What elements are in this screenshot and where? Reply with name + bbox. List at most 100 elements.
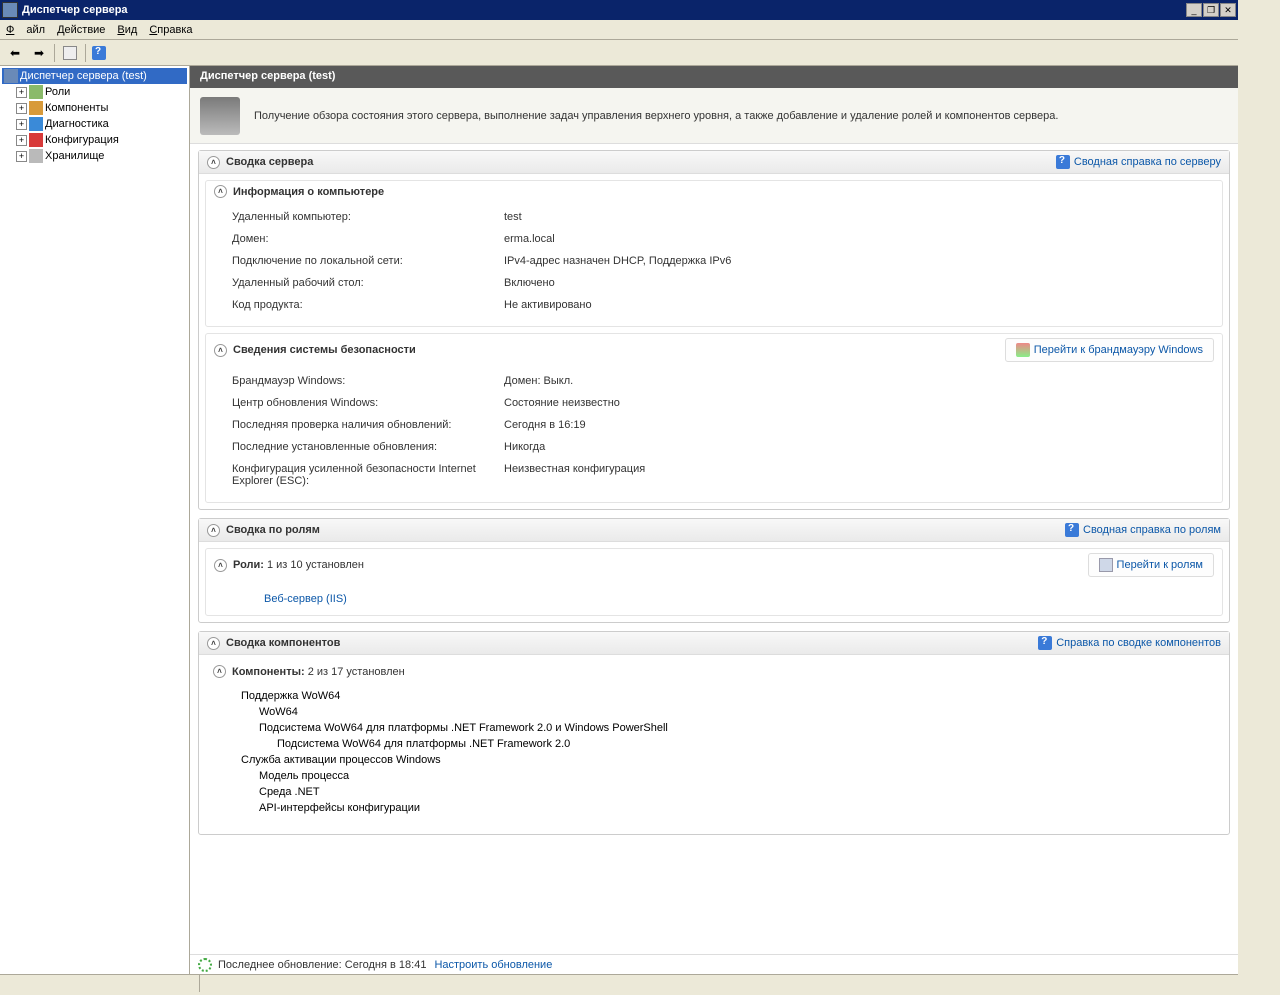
collapse-button[interactable]: ˄ <box>207 156 220 169</box>
lastupdate-value: Сегодня в 18:41 <box>345 959 427 971</box>
info-value: Неизвестная конфигурация <box>504 463 645 487</box>
tree-item-configuration[interactable]: +Конфигурация <box>2 132 187 148</box>
subsection-computer-info: ˄ Информация о компьютере Удаленный комп… <box>205 180 1223 327</box>
info-label: Конфигурация усиленной безопасности Inte… <box>214 463 504 487</box>
expand-icon[interactable]: + <box>16 103 27 114</box>
diagnostics-icon <box>29 117 43 131</box>
goto-roles-link[interactable]: Перейти к ролям <box>1088 553 1214 577</box>
roles-subtitle: Роли: <box>233 559 264 571</box>
titlebar: Диспетчер сервера _ ❐ ✕ <box>0 0 1238 20</box>
firewall-icon <box>1016 343 1030 357</box>
collapse-button[interactable]: ˄ <box>207 524 220 537</box>
back-button[interactable]: ⬅ <box>4 42 26 64</box>
component-item: Модель процесса <box>259 770 1215 782</box>
minimize-button[interactable]: _ <box>1186 3 1202 17</box>
info-row: Удаленный рабочий стол:Включено <box>214 272 1214 294</box>
collapse-button[interactable]: ˄ <box>214 344 227 357</box>
storage-icon <box>29 149 43 163</box>
toolbar: ⬅ ➡ <box>0 40 1238 66</box>
tree-panel: Диспетчер сервера (test) +Роли +Компонен… <box>0 66 190 974</box>
roles-help-link[interactable]: Сводная справка по ролям <box>1065 523 1221 537</box>
section-roles-summary: ˄ Сводка по ролям Сводная справка по рол… <box>198 518 1230 623</box>
tree-root[interactable]: Диспетчер сервера (test) <box>2 68 187 84</box>
info-row: Удаленный компьютер:test <box>214 206 1214 228</box>
maximize-button[interactable]: ❐ <box>1203 3 1219 17</box>
tree-root-label: Диспетчер сервера (test) <box>20 70 147 82</box>
server-icon <box>4 69 18 83</box>
component-item: WoW64 <box>259 706 1215 718</box>
info-row: Конфигурация усиленной безопасности Inte… <box>214 458 1214 492</box>
tree-item-components[interactable]: +Компоненты <box>2 100 187 116</box>
window-title: Диспетчер сервера <box>22 4 1186 16</box>
statusbar <box>0 974 1238 992</box>
info-row: Брандмауэр Windows:Домен: Выкл. <box>214 370 1214 392</box>
configure-update-link[interactable]: Настроить обновление <box>434 959 552 971</box>
expand-icon[interactable]: + <box>16 119 27 130</box>
components-help-link[interactable]: Справка по сводке компонентов <box>1038 636 1221 650</box>
help-icon <box>1038 636 1052 650</box>
info-row: Последние установленные обновления:Никог… <box>214 436 1214 458</box>
sub-title: Информация о компьютере <box>233 186 384 198</box>
expand-icon[interactable]: + <box>16 135 27 146</box>
info-row: Подключение по локальной сети:IPv4-адрес… <box>214 250 1214 272</box>
expand-icon[interactable]: + <box>16 87 27 98</box>
info-value: Не активировано <box>504 299 592 311</box>
section-title: Сводка сервера <box>226 156 313 168</box>
components-icon <box>29 101 43 115</box>
component-item: Подсистема WoW64 для платформы .NET Fram… <box>277 738 1215 750</box>
info-label: Подключение по локальной сети: <box>214 255 504 267</box>
menu-help[interactable]: Справка <box>149 24 192 36</box>
info-value: test <box>504 211 522 223</box>
menubar: Файл Действие Вид Справка <box>0 20 1238 40</box>
info-row: Код продукта:Не активировано <box>214 294 1214 316</box>
content-header: Диспетчер сервера (test) <box>190 66 1238 88</box>
collapse-button[interactable]: ˄ <box>214 559 227 572</box>
expand-icon[interactable]: + <box>16 151 27 162</box>
menu-action[interactable]: Действие <box>57 24 105 36</box>
collapse-button[interactable]: ˄ <box>207 637 220 650</box>
refresh-icon <box>198 958 212 972</box>
configuration-icon <box>29 133 43 147</box>
menu-view[interactable]: Вид <box>117 24 137 36</box>
goto-icon <box>1099 558 1113 572</box>
section-title: Сводка компонентов <box>226 637 340 649</box>
menu-file[interactable]: Файл <box>6 24 45 36</box>
info-value: Состояние неизвестно <box>504 397 620 409</box>
info-label: Брандмауэр Windows: <box>214 375 504 387</box>
goto-firewall-link[interactable]: Перейти к брандмауэру Windows <box>1005 338 1214 362</box>
subsection-roles: ˄ Роли: 1 из 10 установлен Перейти к рол… <box>205 548 1223 616</box>
tree-item-storage[interactable]: +Хранилище <box>2 148 187 164</box>
info-label: Домен: <box>214 233 504 245</box>
arrow-right-icon: ➡ <box>34 46 44 60</box>
forward-button[interactable]: ➡ <box>28 42 50 64</box>
section-title: Сводка по ролям <box>226 524 320 536</box>
collapse-button[interactable]: ˄ <box>214 185 227 198</box>
content-panel: Диспетчер сервера (test) Получение обзор… <box>190 66 1238 974</box>
components-count: 2 из 17 установлен <box>308 666 405 678</box>
info-label: Код продукта: <box>214 299 504 311</box>
help-icon <box>1065 523 1079 537</box>
info-row: Последняя проверка наличия обновлений:Се… <box>214 414 1214 436</box>
help-icon <box>1056 155 1070 169</box>
close-button[interactable]: ✕ <box>1220 3 1236 17</box>
tree-item-diagnostics[interactable]: +Диагностика <box>2 116 187 132</box>
component-item: Служба активации процессов Windows <box>241 754 1215 766</box>
info-row: Центр обновления Windows:Состояние неизв… <box>214 392 1214 414</box>
section-components-summary: ˄ Сводка компонентов Справка по сводке к… <box>198 631 1230 835</box>
arrow-left-icon: ⬅ <box>10 46 20 60</box>
footer-bar: Последнее обновление: Сегодня в 18:41 На… <box>190 954 1238 974</box>
info-value: Сегодня в 16:19 <box>504 419 586 431</box>
scroll-body[interactable]: ˄ Сводка сервера Сводная справка по серв… <box>190 144 1238 954</box>
role-iis-link[interactable]: Веб-сервер (IIS) <box>264 593 347 605</box>
info-row: Домен:erma.local <box>214 228 1214 250</box>
properties-button[interactable] <box>59 42 81 64</box>
components-subtitle: Компоненты: <box>232 666 305 678</box>
properties-icon <box>63 46 77 60</box>
server-summary-help-link[interactable]: Сводная справка по серверу <box>1056 155 1221 169</box>
sub-title: Сведения системы безопасности <box>233 344 416 356</box>
info-label: Последние установленные обновления: <box>214 441 504 453</box>
help-button[interactable] <box>90 42 112 64</box>
collapse-button[interactable]: ˄ <box>213 665 226 678</box>
info-value: Домен: Выкл. <box>504 375 573 387</box>
tree-item-roles[interactable]: +Роли <box>2 84 187 100</box>
